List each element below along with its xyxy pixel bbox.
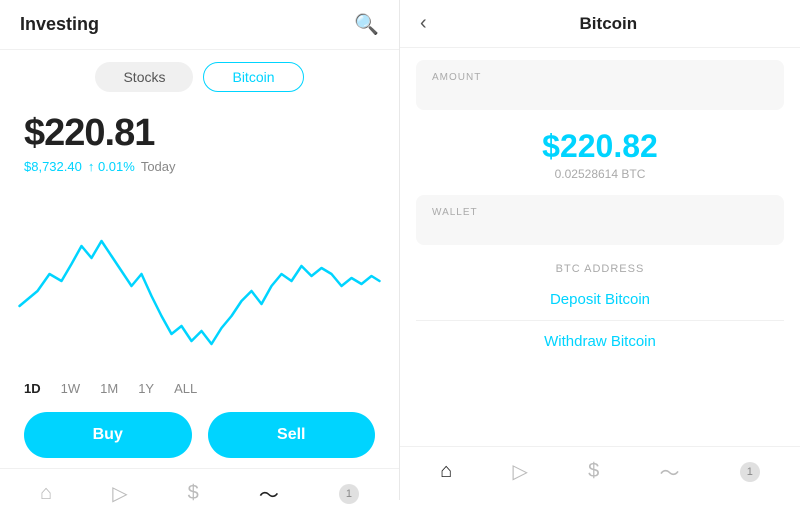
chart-area (0, 182, 399, 375)
right-bottom-nav: ⌂ ▷ $ 〜 1 (400, 446, 800, 500)
time-1d[interactable]: 1D (24, 381, 41, 396)
sub-price: $8,732.40 (24, 159, 82, 174)
right-nav-badge[interactable]: 1 (740, 462, 760, 482)
price-meta: $8,732.40 ↑ 0.01% Today (24, 159, 375, 174)
tabs-row: Stocks Bitcoin (0, 50, 399, 104)
left-nav-dollar-icon[interactable]: $ (188, 482, 199, 505)
search-button[interactable]: 🔍 (354, 12, 379, 37)
back-button[interactable]: ‹ (420, 12, 427, 35)
left-nav-activity-icon[interactable]: 〜 (259, 479, 279, 508)
time-range-row: 1D 1W 1M 1Y ALL (0, 375, 399, 402)
amount-label: AMOUNT (432, 72, 768, 83)
right-header: ‹ Bitcoin (400, 0, 800, 48)
tab-stocks[interactable]: Stocks (95, 62, 193, 92)
right-nav-dollar-icon[interactable]: $ (588, 460, 599, 483)
right-nav-home-icon[interactable]: ⌂ (440, 460, 452, 483)
sell-button[interactable]: Sell (208, 412, 376, 458)
price-period: Today (141, 159, 176, 174)
deposit-button[interactable]: Deposit Bitcoin (400, 281, 800, 318)
amount-box: AMOUNT (416, 60, 784, 110)
left-title: Investing (20, 14, 99, 35)
price-chart (10, 186, 389, 366)
time-1y[interactable]: 1Y (138, 381, 154, 396)
action-row: Buy Sell (0, 402, 399, 468)
main-price: $220.81 (24, 112, 375, 155)
left-header: Investing 🔍 (0, 0, 399, 50)
buy-button[interactable]: Buy (24, 412, 192, 458)
right-panel: ‹ Bitcoin AMOUNT $220.82 0.02528614 BTC … (400, 0, 800, 500)
time-1m[interactable]: 1M (100, 381, 118, 396)
btc-address-section: BTC ADDRESS (400, 253, 800, 281)
time-all[interactable]: ALL (174, 381, 197, 396)
btc-address-label: BTC ADDRESS (420, 263, 780, 275)
wallet-box: WALLET (416, 195, 784, 245)
left-nav-home-icon[interactable]: ⌂ (40, 482, 52, 505)
left-nav-badge[interactable]: 1 (339, 484, 359, 504)
current-value-section: $220.82 0.02528614 BTC (400, 118, 800, 187)
time-1w[interactable]: 1W (61, 381, 81, 396)
left-bottom-nav: ⌂ ▷ $ 〜 1 (0, 468, 399, 522)
left-panel: Investing 🔍 Stocks Bitcoin $220.81 $8,73… (0, 0, 400, 500)
left-nav-media-icon[interactable]: ▷ (112, 481, 127, 506)
price-section: $220.81 $8,732.40 ↑ 0.01% Today (0, 104, 399, 182)
tab-bitcoin[interactable]: Bitcoin (203, 62, 303, 92)
right-title: Bitcoin (437, 14, 780, 34)
right-nav-activity-icon[interactable]: 〜 (660, 457, 680, 486)
withdraw-button[interactable]: Withdraw Bitcoin (400, 323, 800, 360)
right-nav-media-icon[interactable]: ▷ (512, 459, 527, 484)
divider (416, 320, 784, 321)
wallet-label: WALLET (432, 207, 768, 218)
current-price: $220.82 (420, 128, 780, 165)
price-change: ↑ 0.01% (88, 159, 135, 174)
btc-amount: 0.02528614 BTC (420, 167, 780, 181)
